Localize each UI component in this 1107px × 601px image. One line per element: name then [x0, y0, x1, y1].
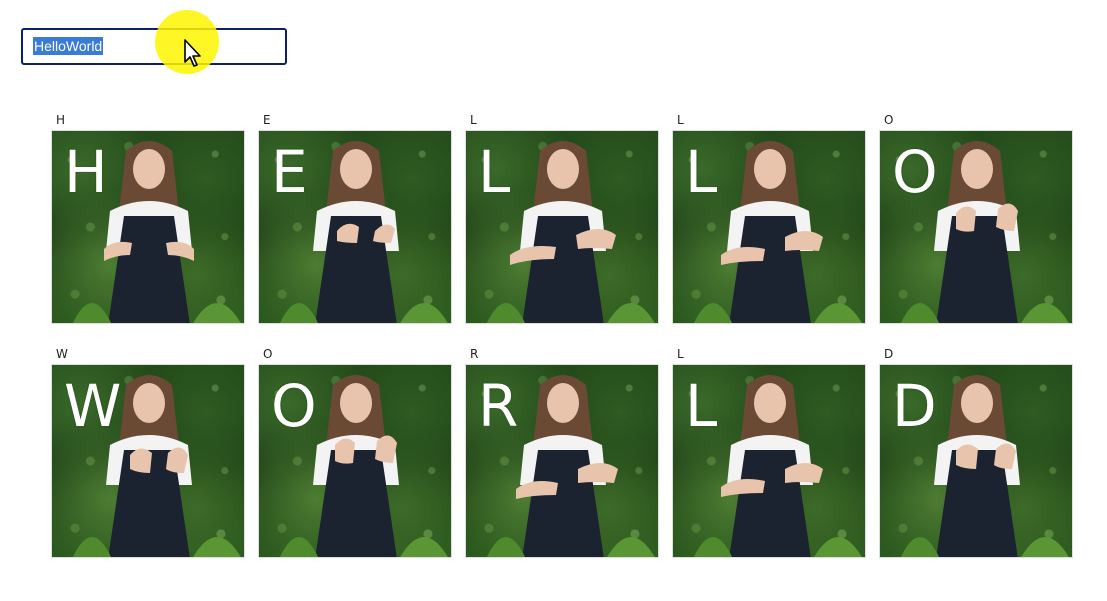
sign-label: D — [884, 347, 894, 361]
sign-row-1: H H E E L L L L O O — [51, 112, 1075, 324]
sign-cell: H H — [51, 112, 245, 324]
sign-cell: O O — [258, 346, 452, 558]
sign-letter: D — [892, 372, 937, 440]
sign-image: L — [672, 130, 866, 324]
sign-label: O — [263, 347, 273, 361]
sign-cell: O O — [879, 112, 1073, 324]
selected-text: HelloWorld — [33, 37, 104, 55]
sign-row-2: W W O O R R L L D D — [51, 346, 1075, 558]
sign-image: W — [51, 364, 245, 558]
sign-image: E — [258, 130, 452, 324]
sign-image: O — [879, 130, 1073, 324]
sign-label: O — [884, 113, 894, 127]
sign-cell: R R — [465, 346, 659, 558]
sign-cell: W W — [51, 346, 245, 558]
sign-label: L — [677, 113, 684, 127]
word-input-text[interactable]: HelloWorld — [33, 30, 104, 63]
fingerspelling-grid: H H E E L L L L O O W W O O R R L L D D — [51, 112, 1075, 580]
mouse-pointer-icon — [184, 39, 201, 67]
sign-image: L — [672, 364, 866, 558]
sign-letter: L — [685, 138, 718, 206]
sign-cell: L L — [672, 346, 866, 558]
sign-image: H — [51, 130, 245, 324]
sign-letter: H — [64, 138, 108, 206]
sign-letter: L — [685, 372, 718, 440]
sign-letter: W — [64, 372, 122, 440]
sign-label: R — [470, 347, 479, 361]
sign-label: W — [56, 347, 68, 361]
sign-image: D — [879, 364, 1073, 558]
sign-letter: L — [478, 138, 511, 206]
sign-cell: L L — [672, 112, 866, 324]
sign-letter: E — [271, 138, 308, 206]
sign-cell: D D — [879, 346, 1073, 558]
sign-image: R — [465, 364, 659, 558]
sign-cell: E E — [258, 112, 452, 324]
sign-letter: O — [892, 138, 938, 206]
sign-label: H — [56, 113, 66, 127]
sign-letter: O — [271, 372, 317, 440]
sign-label: E — [263, 113, 271, 127]
sign-image: L — [465, 130, 659, 324]
word-input[interactable]: HelloWorld — [21, 28, 287, 65]
sign-cell: L L — [465, 112, 659, 324]
sign-label: L — [677, 347, 684, 361]
sign-image: O — [258, 364, 452, 558]
sign-label: L — [470, 113, 477, 127]
sign-letter: R — [478, 372, 519, 440]
